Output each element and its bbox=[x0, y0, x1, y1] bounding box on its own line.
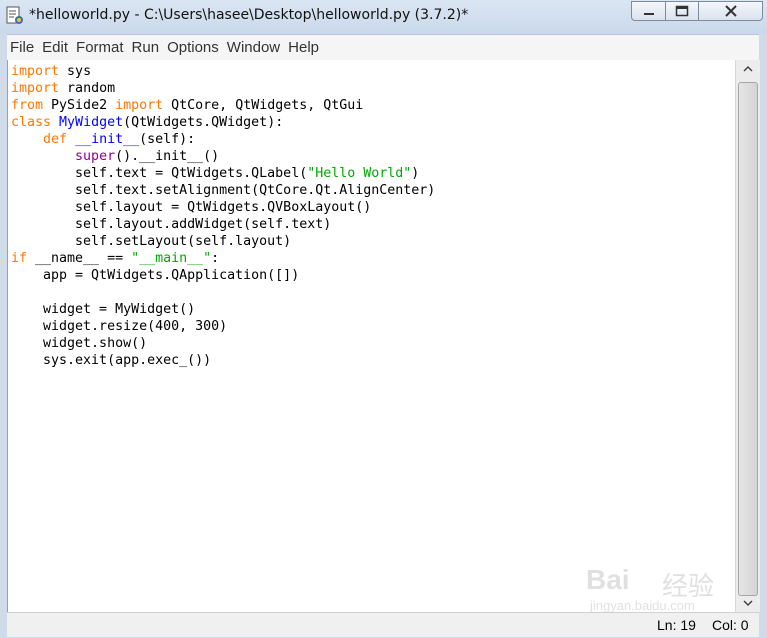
code-line[interactable]: widget = MyWidget() bbox=[11, 301, 435, 318]
status-line-number: Ln: 19 bbox=[657, 617, 696, 633]
code-token: self.setLayout(self.layout) bbox=[11, 234, 292, 249]
code-token: self.layout.addWidget(self.text) bbox=[11, 217, 332, 232]
window-title: *helloworld.py - C:\Users\hasee\Desktop\… bbox=[29, 7, 469, 23]
minimize-icon bbox=[643, 13, 654, 15]
close-icon bbox=[724, 5, 737, 17]
watermark-url: jingyan.baidu.com bbox=[590, 598, 695, 613]
code-line[interactable]: if __name__ == "__main__": bbox=[11, 250, 435, 267]
code-token: self.layout = QtWidgets.QVBoxLayout() bbox=[11, 200, 372, 215]
code-token: sys bbox=[59, 64, 92, 79]
chevron-down-icon bbox=[743, 600, 753, 607]
code-line[interactable]: self.text = QtWidgets.QLabel("Hello Worl… bbox=[11, 165, 435, 182]
menu-format[interactable]: Format bbox=[72, 39, 128, 56]
menu-file[interactable]: File bbox=[7, 39, 38, 56]
code-line[interactable]: import random bbox=[11, 80, 435, 97]
menu-run[interactable]: Run bbox=[128, 39, 164, 56]
code-token: widget = MyWidget() bbox=[11, 302, 196, 317]
code-token: QtCore, QtWidgets, QtGui bbox=[163, 98, 364, 113]
menu-bar: File Edit Format Run Options Window Help bbox=[7, 34, 759, 61]
code-token: __name__ == bbox=[27, 251, 132, 266]
code-line[interactable]: sys.exit(app.exec_()) bbox=[11, 352, 435, 369]
code-token: widget.show() bbox=[11, 336, 148, 351]
code-token: import bbox=[11, 64, 60, 79]
code-token: import bbox=[115, 98, 164, 113]
code-editor[interactable]: import sys import random from PySide2 impo… bbox=[7, 60, 736, 612]
code-text[interactable]: import sys import random from PySide2 impo… bbox=[11, 63, 435, 369]
code-line[interactable] bbox=[11, 284, 435, 301]
code-token: MyWidget bbox=[59, 115, 124, 130]
code-token: (self): bbox=[139, 132, 196, 147]
code-token: ().__init__() bbox=[115, 149, 220, 164]
code-token: if bbox=[11, 251, 28, 266]
code-line[interactable]: self.text.setAlignment(QtCore.Qt.AlignCe… bbox=[11, 182, 435, 199]
code-line[interactable]: widget.resize(400, 300) bbox=[11, 318, 435, 335]
chevron-up-icon bbox=[743, 65, 753, 72]
code-line[interactable]: self.layout.addWidget(self.text) bbox=[11, 216, 435, 233]
code-line[interactable]: import sys bbox=[11, 63, 435, 80]
code-token: from bbox=[11, 98, 44, 113]
menu-edit[interactable]: Edit bbox=[38, 39, 72, 56]
maximize-button[interactable] bbox=[665, 1, 699, 21]
code-token: import bbox=[11, 81, 60, 96]
code-token: super bbox=[75, 149, 116, 164]
code-token: "__main__" bbox=[131, 251, 212, 266]
scroll-up-arrow[interactable] bbox=[736, 60, 760, 78]
menu-options[interactable]: Options bbox=[163, 39, 223, 56]
code-line[interactable]: class MyWidget(QtWidgets.QWidget): bbox=[11, 114, 435, 131]
baidu-watermark: Bai 经验 jingyan.baidu.com bbox=[586, 558, 726, 618]
code-token: self.text.setAlignment(QtCore.Qt.AlignCe… bbox=[11, 183, 436, 198]
minimize-button[interactable] bbox=[631, 1, 666, 21]
code-line[interactable]: widget.show() bbox=[11, 335, 435, 352]
code-line[interactable]: app = QtWidgets.QApplication([]) bbox=[11, 267, 435, 284]
title-bar: *helloworld.py - C:\Users\hasee\Desktop\… bbox=[0, 0, 767, 34]
code-token: widget.resize(400, 300) bbox=[11, 319, 228, 334]
code-token: (QtWidgets.QWidget): bbox=[123, 115, 284, 130]
code-line[interactable]: super().__init__() bbox=[11, 148, 435, 165]
close-button[interactable] bbox=[698, 1, 763, 21]
code-token: def bbox=[43, 132, 68, 147]
status-column-number: Col: 0 bbox=[712, 617, 749, 633]
code-token: sys.exit(app.exec_()) bbox=[11, 353, 212, 368]
python-idle-icon bbox=[6, 6, 24, 26]
menu-help[interactable]: Help bbox=[284, 39, 323, 56]
code-line[interactable]: self.layout = QtWidgets.QVBoxLayout() bbox=[11, 199, 435, 216]
code-token: "Hello World" bbox=[307, 166, 412, 181]
menu-window[interactable]: Window bbox=[223, 39, 284, 56]
code-line[interactable]: from PySide2 import QtCore, QtWidgets, Q… bbox=[11, 97, 435, 114]
code-token: class bbox=[11, 115, 52, 130]
code-token: self.text = QtWidgets.QLabel( bbox=[11, 166, 308, 181]
code-token: ) bbox=[411, 166, 420, 181]
code-token: : bbox=[211, 251, 220, 266]
scrollbar-thumb[interactable] bbox=[738, 82, 758, 596]
scroll-down-arrow[interactable] bbox=[736, 594, 760, 612]
vertical-scrollbar[interactable] bbox=[735, 60, 760, 612]
code-token: __init__ bbox=[75, 132, 140, 147]
maximize-icon bbox=[675, 5, 689, 17]
code-token: app = QtWidgets.QApplication([]) bbox=[11, 268, 300, 283]
code-line[interactable]: self.setLayout(self.layout) bbox=[11, 233, 435, 250]
code-token: PySide2 bbox=[43, 98, 116, 113]
code-line[interactable]: def __init__(self): bbox=[11, 131, 435, 148]
watermark-brand: Bai bbox=[586, 564, 630, 595]
code-token: random bbox=[59, 81, 116, 96]
